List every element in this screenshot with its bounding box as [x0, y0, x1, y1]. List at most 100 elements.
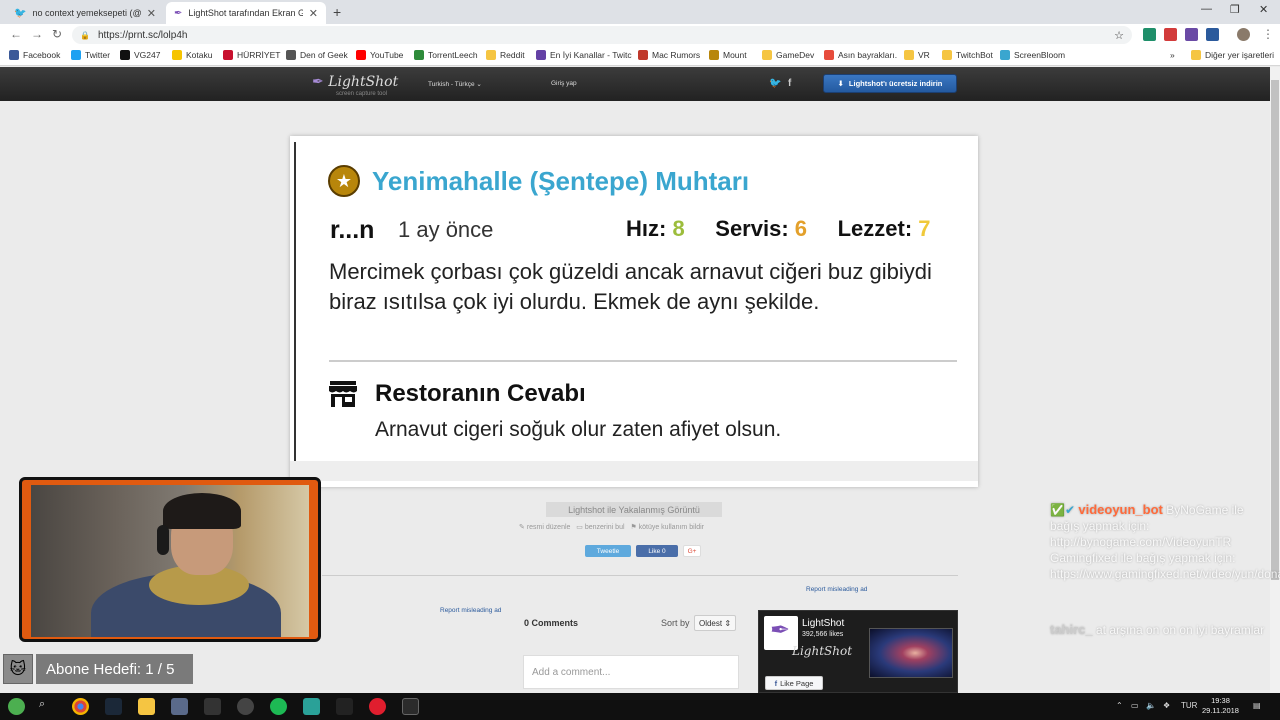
other-bookmarks[interactable]: Diğer yer işaretleri: [1191, 50, 1274, 60]
review-card: ★ Yenimahalle (Şentepe) Muhtarı r...n 1 …: [294, 142, 974, 480]
scrollbar-thumb[interactable]: [1271, 80, 1279, 580]
spotify-icon[interactable]: [270, 698, 287, 715]
facebook-like-button[interactable]: Like 0: [636, 545, 678, 557]
bookmark-item[interactable]: Twitter: [71, 50, 110, 60]
screenshot-image[interactable]: ★ Yenimahalle (Şentepe) Muhtarı r...n 1 …: [290, 136, 978, 487]
obs-icon[interactable]: [237, 698, 254, 715]
dropbox-icon[interactable]: ❖: [1163, 701, 1170, 710]
tab-twitter[interactable]: 🐦 no context yemeksepeti (@nocont ✕: [6, 2, 164, 24]
bookmark-item[interactable]: Den of Geek: [286, 50, 348, 60]
bookmark-item[interactable]: En İyi Kanallar - Twitc: [536, 50, 632, 60]
language-indicator[interactable]: TUR: [1181, 701, 1197, 710]
back-icon[interactable]: ←: [10, 27, 22, 41]
address-bar[interactable]: 🔒 https://prnt.sc/lolp4h ☆: [72, 26, 1132, 44]
report-ad-link[interactable]: Report misleading ad: [440, 607, 501, 614]
bookmark-item[interactable]: Mac Rumors: [638, 50, 700, 60]
bookmark-icon: [709, 50, 719, 60]
forward-icon[interactable]: →: [31, 27, 43, 41]
tab-title: LightShot tarafından Ekran Görün: [188, 8, 303, 18]
extension-icon[interactable]: [1185, 28, 1198, 41]
sort-label: Sort by: [661, 618, 690, 628]
profile-avatar[interactable]: [1237, 28, 1250, 41]
report-abuse-link[interactable]: kötüye kullanım bildir: [639, 524, 704, 531]
menu-dots-icon[interactable]: ⋮: [1262, 27, 1274, 41]
anchor-icon[interactable]: [336, 698, 353, 715]
bookmark-item[interactable]: ScreenBloom: [1000, 50, 1065, 60]
download-button[interactable]: ⬇ Lightshot'ı ücretsiz indirin: [823, 74, 957, 93]
comment-input[interactable]: Add a comment...: [523, 655, 739, 689]
chrome-icon[interactable]: [72, 698, 89, 715]
chat-username: tahirc_: [1050, 622, 1093, 637]
extension-icon[interactable]: [1164, 28, 1177, 41]
bookmark-item[interactable]: VG247: [120, 50, 160, 60]
file-explorer-icon[interactable]: [138, 698, 155, 715]
facebook-page-widget[interactable]: ✒ LightShot 392,566 likes LightShot f Lik…: [758, 610, 958, 693]
bookmark-icon: [120, 50, 130, 60]
find-similar-link[interactable]: benzerini bul: [585, 524, 625, 531]
steam-icon[interactable]: [105, 698, 122, 715]
volume-icon[interactable]: 🔈: [1146, 701, 1156, 710]
bookmark-star-icon[interactable]: ☆: [1114, 29, 1124, 42]
app-icon[interactable]: [303, 698, 320, 715]
google-plus-button[interactable]: G+: [683, 545, 701, 557]
bookmark-icon: [172, 50, 182, 60]
report-ad-link[interactable]: Report misleading ad: [806, 586, 867, 593]
bookmarks-overflow-icon[interactable]: »: [1170, 50, 1175, 60]
edit-image-link[interactable]: resmi düzenle: [527, 524, 571, 531]
extension-icon[interactable]: [1143, 28, 1156, 41]
login-link[interactable]: Giriş yap: [551, 80, 577, 87]
webcam-video: [31, 485, 309, 637]
fb-page-name[interactable]: LightShot: [802, 618, 844, 629]
extension-icon[interactable]: [1206, 28, 1219, 41]
lightshot-logo[interactable]: ✒ LightShot screen capture tool: [312, 73, 398, 97]
close-tab-icon[interactable]: ✕: [147, 7, 156, 20]
streamer-hair: [163, 493, 241, 529]
sort-select[interactable]: Oldest ⇕: [694, 615, 736, 631]
close-window-icon[interactable]: ✕: [1259, 3, 1268, 16]
notification-icon[interactable]: ▤: [1253, 701, 1261, 710]
tray-chevron-up-icon[interactable]: ⌃: [1116, 701, 1123, 710]
bookmark-item[interactable]: TwitchBot: [942, 50, 993, 60]
start-icon[interactable]: [8, 698, 25, 715]
bookmark-item[interactable]: TorrentLeech: [414, 50, 478, 60]
restore-icon[interactable]: ❐: [1230, 3, 1240, 16]
reply-text: Arnavut cigeri soğuk olur zaten afiyet o…: [375, 418, 782, 441]
bookmark-item[interactable]: GameDev: [762, 50, 814, 60]
bookmark-item[interactable]: Kotaku: [172, 50, 212, 60]
bookmark-item[interactable]: Mount: [709, 50, 747, 60]
terminal-icon[interactable]: [402, 698, 419, 715]
close-tab-icon[interactable]: ✕: [309, 7, 318, 20]
lightshot-feather-icon: ✒: [174, 7, 183, 19]
new-tab-icon[interactable]: +: [333, 4, 341, 20]
chat-message: tahirc_ at arşına on on on iyi bayramlar: [1050, 622, 1272, 638]
tab-lightshot[interactable]: ✒ LightShot tarafından Ekran Görün ✕: [166, 2, 326, 24]
twitter-icon[interactable]: 🐦: [769, 78, 781, 89]
fb-likes: 392,566 likes: [802, 631, 844, 638]
divider: [329, 360, 957, 362]
epic-games-icon[interactable]: [204, 698, 221, 715]
minimize-icon[interactable]: —: [1201, 3, 1212, 15]
network-icon[interactable]: ▭: [1131, 701, 1139, 710]
bookmark-icon: [286, 50, 296, 60]
comments-count: 0 Comments: [524, 618, 579, 628]
bookmark-item[interactable]: Reddit: [486, 50, 525, 60]
bookmark-icon: [356, 50, 366, 60]
bookmark-item[interactable]: Facebook: [9, 50, 60, 60]
like-page-button[interactable]: f Like Page: [765, 676, 823, 690]
bookmark-item[interactable]: Asın bayrakları.: [824, 50, 897, 60]
fb-brand-logo: LightShot: [792, 644, 853, 658]
opera-icon[interactable]: [369, 698, 386, 715]
tweet-button[interactable]: Tweetle: [585, 545, 631, 557]
app-icon[interactable]: [171, 698, 188, 715]
reload-icon[interactable]: ↻: [52, 27, 62, 41]
bookmark-item[interactable]: YouTube: [356, 50, 403, 60]
bookmark-item[interactable]: VR: [904, 50, 930, 60]
bookmark-item[interactable]: HÜRRİYET: [223, 50, 280, 60]
system-clock[interactable]: 19:38 29.11.2018: [1202, 696, 1239, 716]
language-select[interactable]: Turkish - Türkçe ⌄: [428, 80, 482, 88]
facebook-icon[interactable]: f: [788, 78, 791, 89]
headset-icon: [157, 525, 169, 555]
search-icon[interactable]: ⌕: [39, 698, 56, 715]
browser-toolbar: ← → ↻ 🔒 https://prnt.sc/lolp4h ☆ ⋮: [0, 24, 1280, 46]
bookmark-icon: [9, 50, 19, 60]
